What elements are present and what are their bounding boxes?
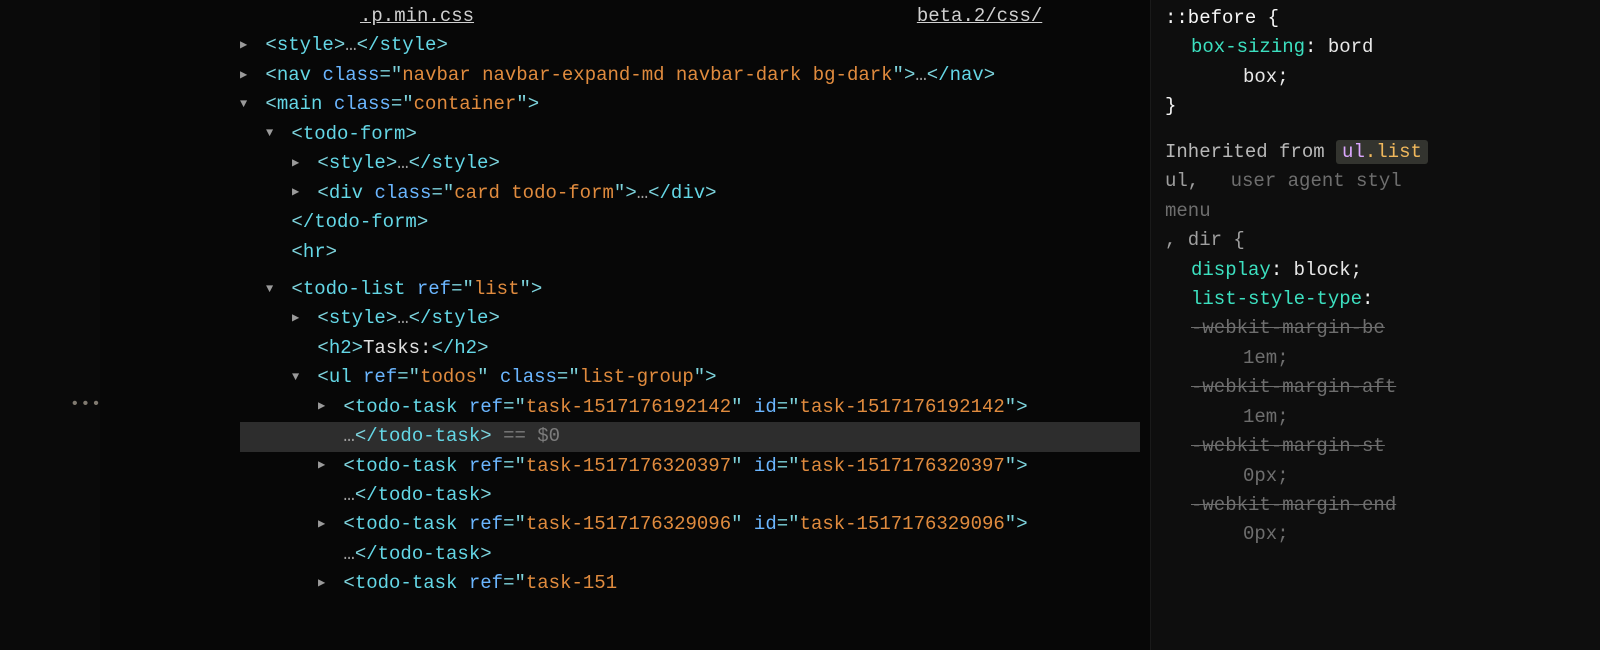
ua-stylesheet-selector[interactable]: ul, user agent styl bbox=[1165, 167, 1590, 196]
dom-node-h2[interactable]: <h2>Tasks:</h2> bbox=[240, 334, 1140, 363]
style-property[interactable]: box-sizing: bord bbox=[1165, 33, 1590, 62]
style-property[interactable]: list-style-type: bbox=[1165, 285, 1590, 314]
dom-node-nav[interactable]: ▶ <nav class="navbar navbar-expand-md na… bbox=[240, 61, 1140, 90]
dom-node-todo-task[interactable]: ▶ <todo-task ref="task-151 bbox=[240, 569, 1140, 598]
style-property-cont: box; bbox=[1165, 63, 1590, 92]
dom-node-style[interactable]: ▶ <style>…</style> bbox=[240, 31, 1140, 60]
expand-toggle-icon[interactable]: ▶ bbox=[292, 309, 306, 328]
dom-node-todo-task-close[interactable]: …</todo-task> bbox=[240, 540, 1140, 569]
inherited-from-label: Inherited from ul.list bbox=[1165, 138, 1590, 167]
expand-toggle-icon[interactable]: ▶ bbox=[318, 515, 332, 534]
style-value-overridden: 0px; bbox=[1165, 462, 1590, 491]
style-rule-close: } bbox=[1165, 92, 1590, 121]
dom-node-todo-form[interactable]: ▼ <todo-form> bbox=[240, 120, 1140, 149]
ua-selector-cont: menu bbox=[1165, 197, 1590, 226]
line-gutter: ••• bbox=[0, 0, 100, 650]
style-value-overridden: 1em; bbox=[1165, 403, 1590, 432]
dom-node-todo-task[interactable]: ▶ <todo-task ref="task-1517176192142" id… bbox=[240, 393, 1140, 422]
style-rule-selector[interactable]: ::before { bbox=[1165, 4, 1590, 33]
dom-node-style[interactable]: ▶ <style>…</style> bbox=[240, 149, 1140, 178]
dom-node-todo-task[interactable]: ▶ <todo-task ref="task-1517176329096" id… bbox=[240, 510, 1140, 539]
top-path-row: .p.min.css beta.2/css/ bbox=[360, 2, 1140, 31]
gutter-overflow-icon: ••• bbox=[70, 395, 102, 413]
ua-selector-cont: , dir { bbox=[1165, 226, 1590, 255]
expand-toggle-icon[interactable]: ▶ bbox=[240, 66, 254, 85]
collapse-toggle-icon[interactable]: ▼ bbox=[266, 124, 280, 143]
style-property-overridden[interactable]: -webkit-margin-end bbox=[1165, 491, 1590, 520]
expand-toggle-icon[interactable]: ▶ bbox=[318, 574, 332, 593]
style-value-overridden: 1em; bbox=[1165, 344, 1590, 373]
collapse-toggle-icon[interactable]: ▼ bbox=[240, 95, 254, 114]
style-property[interactable]: display: block; bbox=[1165, 256, 1590, 285]
collapse-toggle-icon[interactable]: ▼ bbox=[292, 368, 306, 387]
styles-panel[interactable]: ::before { box-sizing: bord box; } Inher… bbox=[1150, 0, 1600, 650]
style-value-overridden: 0px; bbox=[1165, 520, 1590, 549]
style-property-overridden[interactable]: -webkit-margin-st bbox=[1165, 432, 1590, 461]
dom-node-style[interactable]: ▶ <style>…</style> bbox=[240, 304, 1140, 333]
expand-toggle-icon[interactable]: ▶ bbox=[292, 154, 306, 173]
dom-node-hr[interactable]: <hr> bbox=[240, 238, 1140, 267]
dom-node-todo-form-close[interactable]: </todo-form> bbox=[240, 208, 1140, 237]
dom-node-todo-task-close[interactable]: …</todo-task> bbox=[240, 481, 1140, 510]
dom-node-div-card[interactable]: ▶ <div class="card todo-form">…</div> bbox=[240, 179, 1140, 208]
dom-node-todo-list[interactable]: ▼ <todo-list ref="list"> bbox=[240, 275, 1140, 304]
collapse-toggle-icon[interactable]: ▼ bbox=[266, 280, 280, 299]
expand-toggle-icon[interactable]: ▶ bbox=[318, 456, 332, 475]
dom-node-ul[interactable]: ▼ <ul ref="todos" class="list-group"> bbox=[240, 363, 1140, 392]
dom-node-todo-task[interactable]: ▶ <todo-task ref="task-1517176320397" id… bbox=[240, 452, 1140, 481]
expand-toggle-icon[interactable]: ▶ bbox=[240, 36, 254, 55]
dom-node-main[interactable]: ▼ <main class="container"> bbox=[240, 90, 1140, 119]
expand-toggle-icon[interactable]: ▶ bbox=[292, 183, 306, 202]
style-property-overridden[interactable]: -webkit-margin-aft bbox=[1165, 373, 1590, 402]
dom-selected-node[interactable]: …</todo-task> == $0 bbox=[240, 422, 1140, 451]
elements-dom-tree[interactable]: .p.min.css beta.2/css/ ▶ <style>…</style… bbox=[100, 0, 1150, 650]
expand-toggle-icon[interactable]: ▶ bbox=[318, 397, 332, 416]
style-property-overridden[interactable]: -webkit-margin-be bbox=[1165, 314, 1590, 343]
